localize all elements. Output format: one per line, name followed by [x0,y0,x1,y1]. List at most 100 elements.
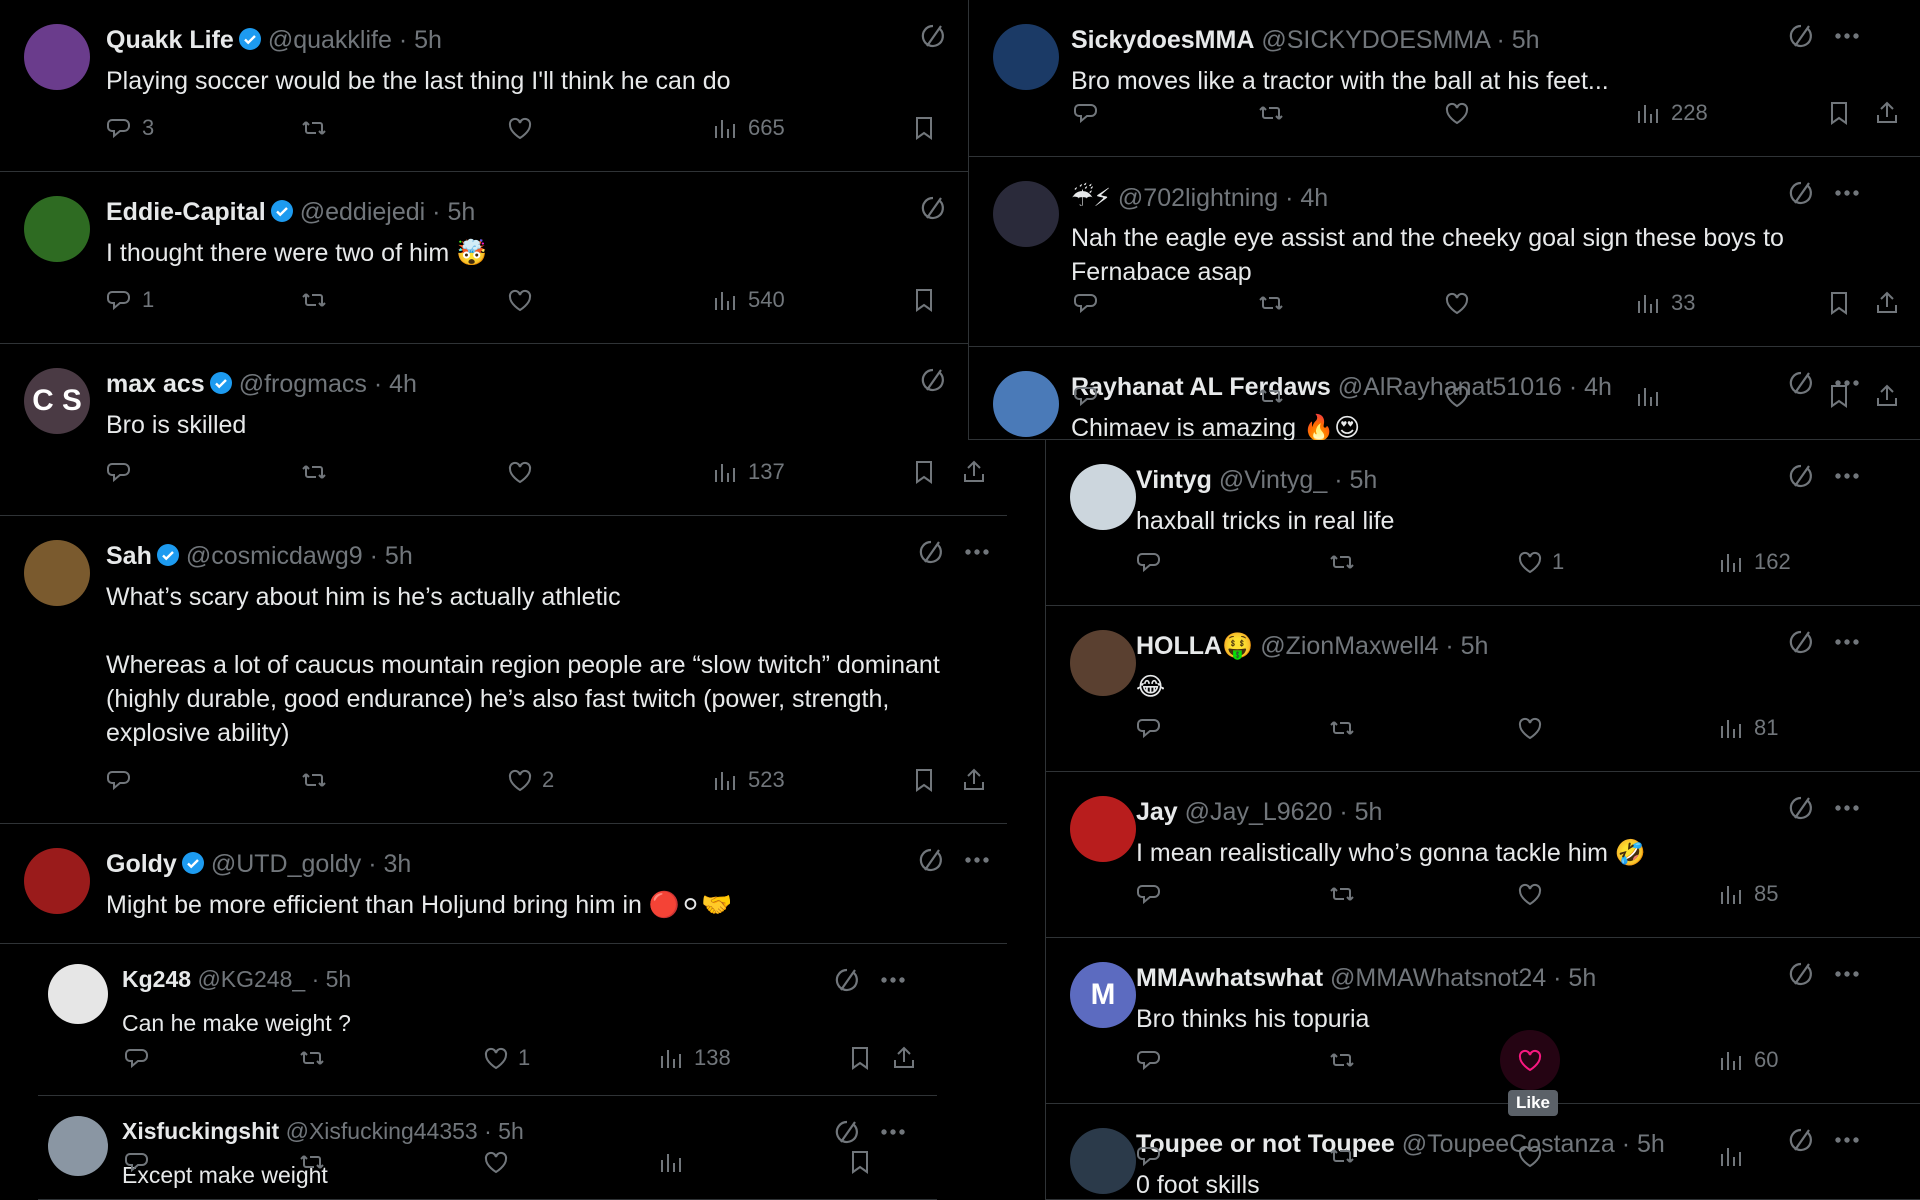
grok-button[interactable] [919,366,947,399]
bookmark-button[interactable] [910,458,938,486]
tweet[interactable]: HOLLA🤑 @ZionMaxwell4 · 5h 😂 81 [1046,606,1920,772]
timestamp[interactable]: · 5h [1445,632,1488,660]
author-name[interactable]: Xisfuckingshit [122,1118,279,1144]
like-button[interactable] [506,458,542,486]
author-name[interactable]: Jay [1136,798,1178,826]
avatar[interactable] [1070,464,1136,530]
views-button[interactable] [658,1148,694,1176]
views-button[interactable]: 540 [712,286,785,314]
author-handle[interactable]: @SICKYDOESMMA [1261,26,1489,54]
reply-button[interactable] [1073,289,1109,317]
author-handle[interactable]: @frogmacs [239,370,367,398]
bookmark-button[interactable] [846,1148,874,1176]
avatar[interactable] [993,24,1059,90]
more-button[interactable] [963,538,991,571]
retweet-button[interactable] [1328,880,1364,908]
author-handle[interactable]: @702lightning [1118,184,1278,212]
retweet-button[interactable] [1257,289,1293,317]
reply-button[interactable] [1136,880,1172,908]
avatar[interactable]: C S [24,368,90,434]
retweet-button[interactable] [1328,1142,1364,1170]
timestamp[interactable]: · 5h [1334,466,1377,494]
like-button[interactable] [1516,714,1552,742]
avatar[interactable] [993,181,1059,247]
author-handle[interactable]: @ZionMaxwell4 [1260,632,1438,660]
author-name[interactable]: Eddie-Capital [106,198,266,226]
reply-button[interactable] [124,1044,160,1072]
retweet-button[interactable] [300,458,336,486]
reply-button[interactable] [1073,382,1109,410]
tweet[interactable]: Sah @cosmicdawg9 · 5h What’s scary about h… [0,516,1007,824]
author-name[interactable]: ☔⚡ [1071,184,1111,212]
share-button[interactable] [890,1044,918,1072]
views-button[interactable] [1635,382,1671,410]
grok-button[interactable] [1787,794,1815,827]
grok-button[interactable] [833,1118,861,1151]
views-button[interactable]: 137 [712,458,785,486]
views-button[interactable]: 665 [712,114,785,142]
grok-button[interactable] [917,538,945,571]
tweet[interactable]: Quakk Life @quakklife · 5h Playing soccer … [0,0,1007,172]
like-button[interactable]: 1 [482,1044,530,1072]
like-button[interactable] [482,1148,518,1176]
author-handle[interactable]: @UTD_goldy [211,850,361,878]
reply-button[interactable] [1136,714,1172,742]
author-name[interactable]: SickydoesMMA [1071,26,1254,54]
like-button[interactable] [1443,382,1479,410]
retweet-button[interactable] [300,114,336,142]
timestamp[interactable]: · 5h [432,198,475,226]
avatar[interactable]: M [1070,962,1136,1028]
timestamp[interactable]: · 5h [312,966,352,992]
more-button[interactable] [1833,22,1861,55]
tweet[interactable]: Xisfuckingshit @Xisfucking44353 · 5h Exce… [38,1096,937,1200]
grok-button[interactable] [919,22,947,55]
like-button[interactable] [1516,880,1552,908]
like-button[interactable] [506,286,542,314]
reply-button[interactable] [106,458,142,486]
bookmark-button[interactable] [846,1044,874,1072]
grok-button[interactable] [1787,22,1815,55]
retweet-button[interactable] [300,766,336,794]
timestamp[interactable]: · 4h [1285,184,1328,212]
like-button[interactable] [506,114,542,142]
views-button[interactable]: 60 [1718,1046,1778,1074]
retweet-button[interactable] [1257,382,1293,410]
tweet[interactable]: Kg248 @KG248_ · 5h Can he make weight ? 1 1… [38,944,937,1096]
more-button[interactable] [879,966,907,999]
grok-button[interactable] [833,966,861,999]
more-button[interactable] [1833,960,1861,993]
like-button[interactable] [1443,99,1479,127]
grok-button[interactable] [1787,462,1815,495]
share-button[interactable] [960,458,988,486]
more-button[interactable] [1833,628,1861,661]
avatar[interactable] [24,540,90,606]
reply-button[interactable] [1136,548,1172,576]
retweet-button[interactable] [298,1148,334,1176]
views-button[interactable]: 162 [1718,548,1791,576]
retweet-button[interactable] [1328,548,1364,576]
grok-button[interactable] [1787,960,1815,993]
views-button[interactable]: 523 [712,766,785,794]
tweet[interactable]: ☔⚡ @702lightning · 4h Nah the eagle eye a… [969,157,1920,347]
share-button[interactable] [1873,289,1901,317]
author-name[interactable]: Sah [106,542,152,570]
reply-button[interactable] [124,1148,160,1176]
retweet-button[interactable] [1328,714,1364,742]
grok-button[interactable] [1787,179,1815,212]
bookmark-button[interactable] [910,114,938,142]
author-handle[interactable]: @Vintyg_ [1219,466,1327,494]
views-button[interactable]: 81 [1718,714,1778,742]
tweet[interactable]: SickydoesMMA @SICKYDOESMMA · 5h Bro moves… [969,0,1920,157]
author-handle[interactable]: @quakklife [268,26,392,54]
reply-button[interactable] [1073,99,1109,127]
reply-button[interactable] [1136,1046,1172,1074]
reply-button[interactable]: 1 [106,286,154,314]
timestamp[interactable]: · 5h [1497,26,1540,54]
timestamp[interactable]: · 5h [399,26,442,54]
tweet[interactable]: Eddie-Capital @eddiejedi · 5h I thought th… [0,172,1007,344]
views-button[interactable]: 228 [1635,99,1708,127]
like-button[interactable] [1516,1046,1552,1074]
share-button[interactable] [1873,382,1901,410]
avatar[interactable] [48,964,108,1024]
views-button[interactable] [1718,1142,1754,1170]
